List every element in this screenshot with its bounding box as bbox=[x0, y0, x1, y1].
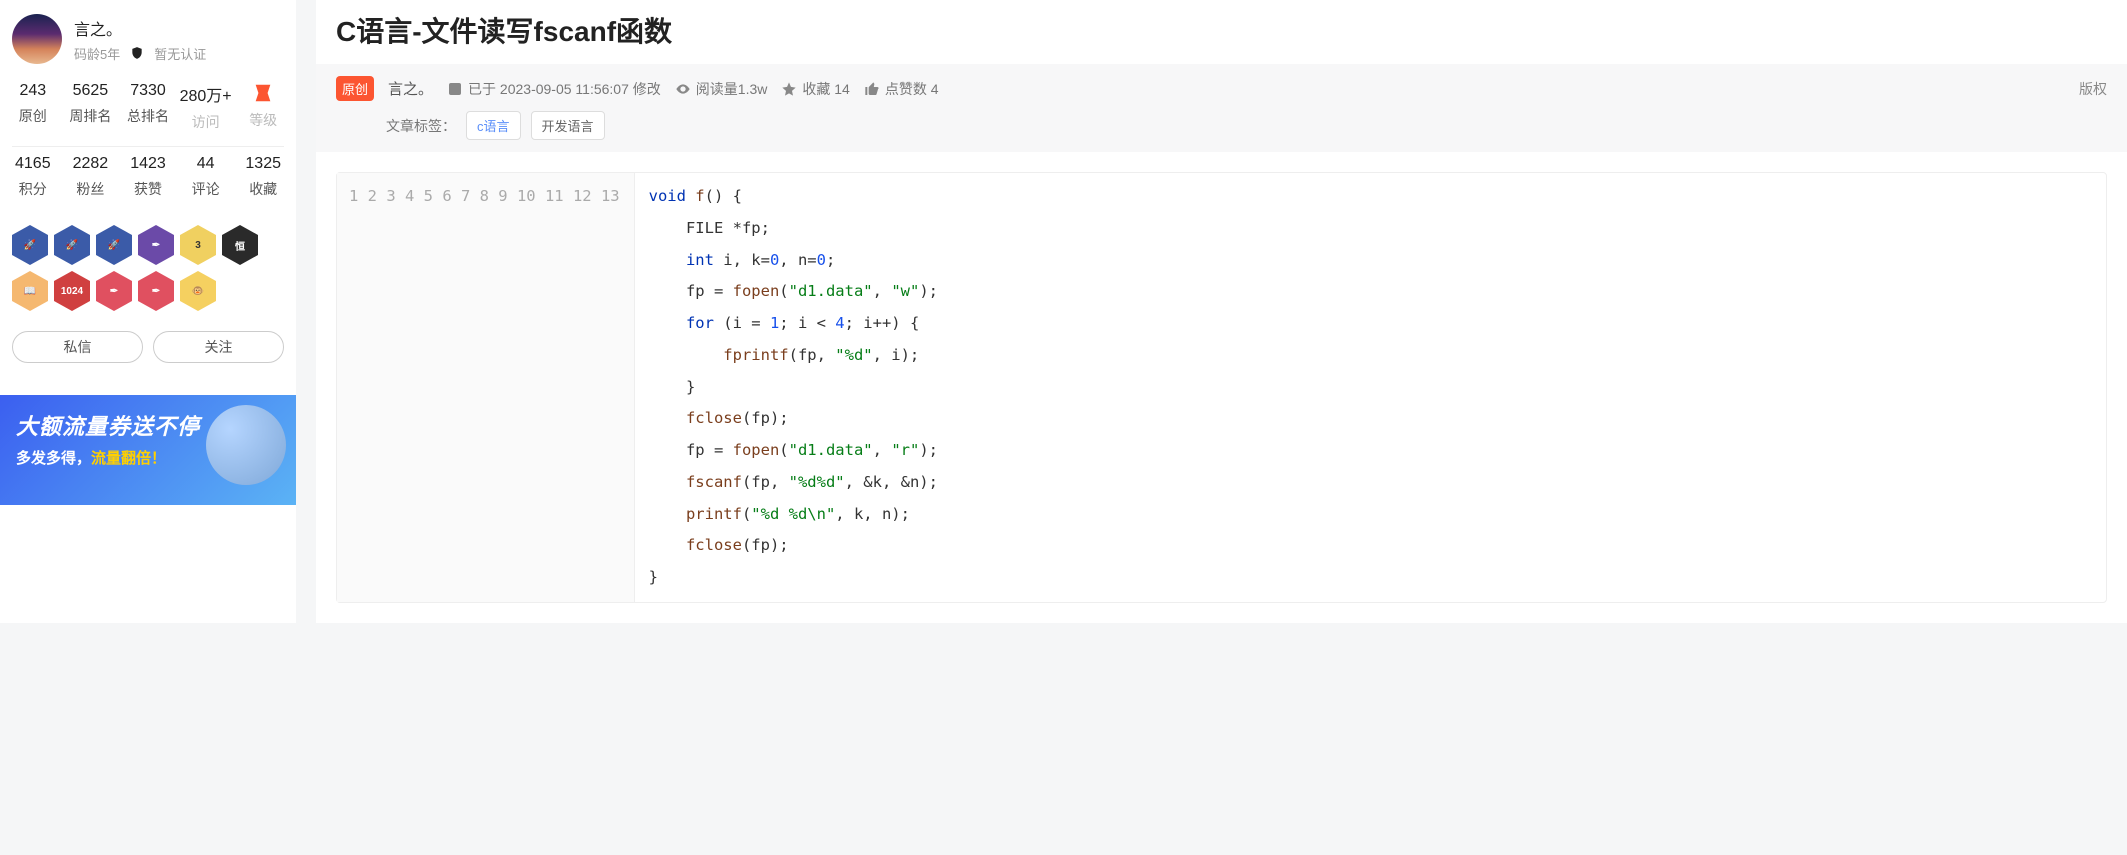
badge-icon[interactable]: 1024 bbox=[54, 271, 90, 311]
line-gutter: 1 2 3 4 5 6 7 8 9 10 11 12 13 bbox=[337, 173, 635, 602]
article-meta-bar: 原创 言之。 已于 2023-09-05 11:56:07 修改 阅读量1.3w… bbox=[316, 64, 2127, 152]
dm-button[interactable]: 私信 bbox=[12, 331, 143, 363]
thumb-up-icon bbox=[864, 81, 880, 97]
stats-top: 243 原创 5625 周排名 7330 总排名 280万+ 访问 等级 bbox=[0, 74, 296, 146]
stat-week-rank[interactable]: 5625 周排名 bbox=[62, 82, 120, 132]
profile-meta: 码龄5年 暂无认证 bbox=[74, 44, 206, 63]
article-main: C语言-文件读写fscanf函数 原创 言之。 已于 2023-09-05 11… bbox=[316, 0, 2127, 623]
eye-icon bbox=[675, 81, 691, 97]
badge-icon[interactable]: 🐵 bbox=[180, 271, 216, 311]
stat-comments[interactable]: 44 评论 bbox=[177, 155, 235, 199]
meta-timestamp: 已于 2023-09-05 11:56:07 修改 bbox=[447, 79, 661, 99]
shield-icon bbox=[130, 46, 144, 60]
badge-icon[interactable]: 🚀 bbox=[54, 225, 90, 265]
profile-header: 言之。 码龄5年 暂无认证 bbox=[0, 0, 296, 74]
follow-button[interactable]: 关注 bbox=[153, 331, 284, 363]
meta-views: 阅读量1.3w bbox=[675, 79, 768, 99]
meta-collect[interactable]: 收藏 14 bbox=[781, 79, 849, 99]
stat-collects[interactable]: 1325 收藏 bbox=[234, 155, 292, 199]
tag-c[interactable]: c语言 bbox=[466, 111, 521, 140]
author-link[interactable]: 言之。 bbox=[388, 78, 433, 99]
original-badge: 原创 bbox=[336, 76, 374, 101]
edit-icon bbox=[447, 81, 463, 97]
code-block: 1 2 3 4 5 6 7 8 9 10 11 12 13 void f() {… bbox=[336, 172, 2107, 603]
avatar[interactable] bbox=[12, 14, 62, 64]
stat-level[interactable]: 等级 bbox=[234, 82, 292, 132]
tags-row: 文章标签： c语言 开发语言 bbox=[336, 111, 2107, 140]
account-age: 码龄5年 bbox=[74, 44, 120, 63]
copyright-link[interactable]: 版权 bbox=[2079, 79, 2107, 99]
badges: 🚀 🚀 🚀 ✒ 3 恒 📖 1024 ✒ ✒ 🐵 bbox=[0, 213, 296, 319]
meta-row-1: 原创 言之。 已于 2023-09-05 11:56:07 修改 阅读量1.3w… bbox=[336, 76, 2107, 101]
article-title: C语言-文件读写fscanf函数 bbox=[316, 0, 2127, 64]
level-icon bbox=[252, 82, 274, 104]
badge-icon[interactable]: 📖 bbox=[12, 271, 48, 311]
tags-label: 文章标签： bbox=[386, 116, 456, 136]
badge-icon[interactable]: ✒ bbox=[138, 271, 174, 311]
promo-banner[interactable]: 大额流量券送不停 多发多得，流量翻倍！ bbox=[0, 395, 296, 505]
author-sidebar: 言之。 码龄5年 暂无认证 243 原创 5625 周排名 7330 总排名 2… bbox=[0, 0, 296, 623]
meta-likes[interactable]: 点赞数 4 bbox=[864, 79, 939, 99]
cert-label: 暂无认证 bbox=[154, 44, 206, 63]
stat-visits[interactable]: 280万+ 访问 bbox=[177, 82, 235, 132]
stat-points[interactable]: 4165 积分 bbox=[4, 155, 62, 199]
action-buttons: 私信 关注 bbox=[0, 319, 296, 375]
stat-original[interactable]: 243 原创 bbox=[4, 82, 62, 132]
badge-icon[interactable]: 3 bbox=[180, 225, 216, 265]
promo-graphic-icon bbox=[206, 405, 286, 485]
badge-icon[interactable]: 🚀 bbox=[96, 225, 132, 265]
profile-info: 言之。 码龄5年 暂无认证 bbox=[74, 16, 206, 63]
badge-icon[interactable]: 恒 bbox=[222, 225, 258, 265]
profile-name[interactable]: 言之。 bbox=[74, 16, 206, 40]
badge-icon[interactable]: ✒ bbox=[138, 225, 174, 265]
badge-icon[interactable]: 🚀 bbox=[12, 225, 48, 265]
code-body[interactable]: void f() { FILE *fp; int i, k=0, n=0; fp… bbox=[635, 173, 2106, 602]
stats-bottom: 4165 积分 2282 粉丝 1423 获赞 44 评论 1325 收藏 bbox=[0, 147, 296, 213]
tag-dev[interactable]: 开发语言 bbox=[531, 111, 605, 140]
star-icon bbox=[781, 81, 797, 97]
stat-fans[interactable]: 2282 粉丝 bbox=[62, 155, 120, 199]
stat-likes[interactable]: 1423 获赞 bbox=[119, 155, 177, 199]
stat-total-rank[interactable]: 7330 总排名 bbox=[119, 82, 177, 132]
badge-icon[interactable]: ✒ bbox=[96, 271, 132, 311]
